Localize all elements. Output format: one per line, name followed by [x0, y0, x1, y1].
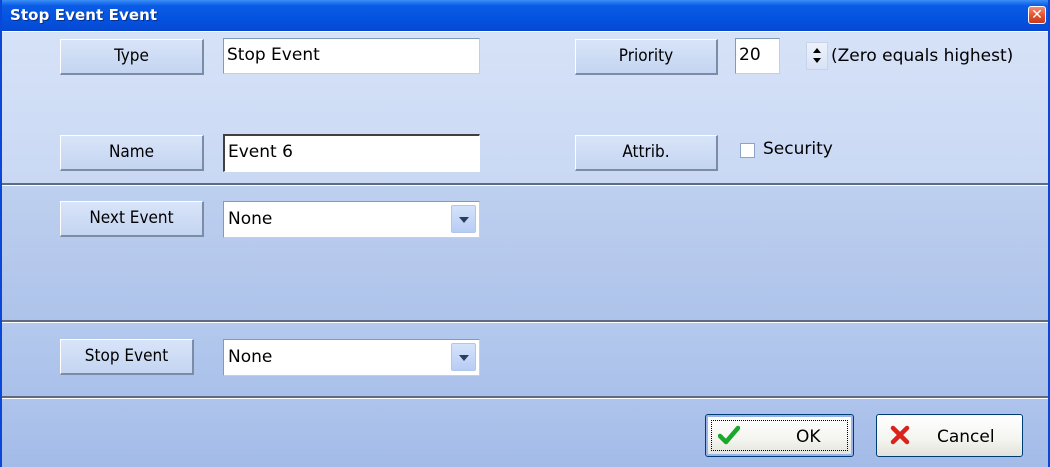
type-field[interactable]: Stop Event [223, 38, 480, 74]
priority-label: Priority [575, 39, 718, 75]
spin-up-icon[interactable] [813, 48, 821, 53]
button-bar: OK Cancel [2, 398, 1048, 467]
attrib-label: Attrib. [575, 135, 718, 171]
x-icon [890, 425, 910, 445]
dialog-window: Stop Event Event ✕ Type Stop Event Name … [0, 0, 1050, 467]
spin-down-icon[interactable] [813, 58, 821, 63]
checkmark-icon [718, 425, 740, 445]
chevron-down-icon[interactable] [451, 205, 476, 233]
type-label: Type [60, 39, 204, 75]
priority-field[interactable]: 20 [735, 38, 780, 74]
name-field[interactable]: Event 6 [223, 134, 480, 172]
general-section: Type Stop Event Name Event 6 Priority 20… [2, 31, 1048, 185]
next-event-value: None [228, 209, 273, 229]
stop-event-section: Stop Event None [2, 322, 1048, 398]
priority-spinner[interactable] [806, 42, 828, 70]
priority-hint: (Zero equals highest) [831, 46, 1014, 66]
next-event-section: Next Event None [2, 185, 1048, 322]
ok-label: OK [796, 427, 821, 447]
name-label: Name [60, 135, 204, 171]
security-label[interactable]: Security [763, 139, 833, 159]
next-event-label: Next Event [60, 201, 204, 237]
ok-button[interactable]: OK [705, 414, 854, 457]
close-icon: ✕ [1031, 7, 1043, 23]
close-button[interactable]: ✕ [1028, 6, 1046, 24]
next-event-dropdown[interactable]: None [223, 201, 480, 238]
security-checkbox[interactable] [740, 143, 755, 158]
cancel-label: Cancel [937, 427, 995, 447]
title-bar[interactable]: Stop Event Event ✕ [2, 0, 1048, 31]
cancel-button[interactable]: Cancel [876, 414, 1023, 457]
stop-event-dropdown[interactable]: None [223, 339, 480, 376]
chevron-down-icon[interactable] [451, 343, 476, 371]
window-title: Stop Event Event [10, 6, 158, 24]
stop-event-label: Stop Event [60, 339, 194, 375]
stop-event-value: None [228, 347, 273, 367]
